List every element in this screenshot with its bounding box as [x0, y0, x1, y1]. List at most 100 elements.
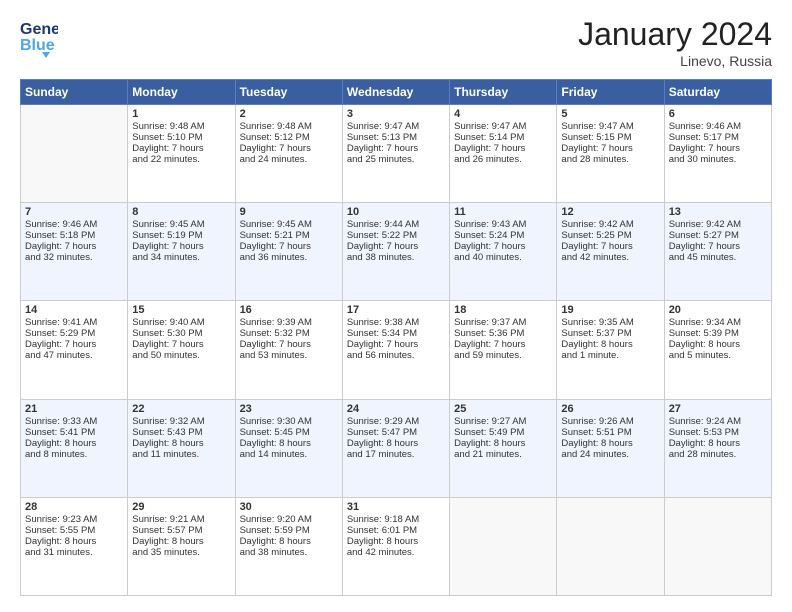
calendar-subtitle: Linevo, Russia: [578, 53, 772, 69]
day-info: Sunrise: 9:42 AM: [561, 219, 659, 230]
day-info: and 1 minute.: [561, 350, 659, 361]
day-info: Daylight: 7 hours: [25, 339, 123, 350]
day-info: and 47 minutes.: [25, 350, 123, 361]
calendar-week-1: 7Sunrise: 9:46 AMSunset: 5:18 PMDaylight…: [21, 203, 772, 301]
day-info: Sunset: 5:18 PM: [25, 230, 123, 241]
day-info: Sunset: 5:34 PM: [347, 328, 445, 339]
day-number: 26: [561, 403, 659, 415]
day-info: Sunrise: 9:45 AM: [240, 219, 338, 230]
day-info: and 24 minutes.: [240, 154, 338, 165]
col-friday: Friday: [557, 80, 664, 105]
day-info: Sunrise: 9:45 AM: [132, 219, 230, 230]
day-info: Daylight: 7 hours: [454, 241, 552, 252]
day-info: Sunrise: 9:43 AM: [454, 219, 552, 230]
day-info: Daylight: 7 hours: [669, 241, 767, 252]
calendar-cell-2-5: 19Sunrise: 9:35 AMSunset: 5:37 PMDayligh…: [557, 301, 664, 399]
calendar-cell-4-1: 29Sunrise: 9:21 AMSunset: 5:57 PMDayligh…: [128, 497, 235, 595]
day-info: Daylight: 8 hours: [240, 536, 338, 547]
day-info: Sunrise: 9:35 AM: [561, 317, 659, 328]
day-info: and 22 minutes.: [132, 154, 230, 165]
col-wednesday: Wednesday: [342, 80, 449, 105]
logo: General Blue: [20, 16, 58, 58]
day-number: 17: [347, 304, 445, 316]
day-info: Sunrise: 9:23 AM: [25, 514, 123, 525]
day-info: Sunrise: 9:18 AM: [347, 514, 445, 525]
day-info: and 59 minutes.: [454, 350, 552, 361]
day-info: Daylight: 7 hours: [240, 339, 338, 350]
day-info: Sunrise: 9:46 AM: [669, 121, 767, 132]
day-number: 1: [132, 108, 230, 120]
day-number: 16: [240, 304, 338, 316]
day-info: Daylight: 7 hours: [132, 339, 230, 350]
day-info: Daylight: 7 hours: [347, 143, 445, 154]
day-info: Sunrise: 9:44 AM: [347, 219, 445, 230]
calendar-week-3: 21Sunrise: 9:33 AMSunset: 5:41 PMDayligh…: [21, 399, 772, 497]
day-info: Sunrise: 9:20 AM: [240, 514, 338, 525]
day-number: 30: [240, 501, 338, 513]
day-info: and 53 minutes.: [240, 350, 338, 361]
day-number: 21: [25, 403, 123, 415]
calendar-cell-1-0: 7Sunrise: 9:46 AMSunset: 5:18 PMDaylight…: [21, 203, 128, 301]
day-info: Sunset: 5:15 PM: [561, 132, 659, 143]
day-info: and 11 minutes.: [132, 449, 230, 460]
day-number: 13: [669, 206, 767, 218]
day-info: Sunrise: 9:48 AM: [132, 121, 230, 132]
day-info: Sunset: 5:21 PM: [240, 230, 338, 241]
day-info: and 34 minutes.: [132, 252, 230, 263]
day-number: 5: [561, 108, 659, 120]
logo-icon: General Blue: [20, 16, 58, 58]
day-info: Sunrise: 9:46 AM: [25, 219, 123, 230]
page: General Blue January 2024 Linevo, Russia…: [0, 0, 792, 612]
calendar-cell-2-4: 18Sunrise: 9:37 AMSunset: 5:36 PMDayligh…: [450, 301, 557, 399]
day-number: 2: [240, 108, 338, 120]
calendar-table: Sunday Monday Tuesday Wednesday Thursday…: [20, 79, 772, 596]
calendar-cell-3-1: 22Sunrise: 9:32 AMSunset: 5:43 PMDayligh…: [128, 399, 235, 497]
day-info: Daylight: 8 hours: [240, 438, 338, 449]
calendar-cell-1-1: 8Sunrise: 9:45 AMSunset: 5:19 PMDaylight…: [128, 203, 235, 301]
day-number: 18: [454, 304, 552, 316]
header-row: Sunday Monday Tuesday Wednesday Thursday…: [21, 80, 772, 105]
calendar-cell-1-6: 13Sunrise: 9:42 AMSunset: 5:27 PMDayligh…: [664, 203, 771, 301]
day-info: Sunset: 5:17 PM: [669, 132, 767, 143]
day-info: Sunset: 5:49 PM: [454, 427, 552, 438]
day-info: Sunset: 5:12 PM: [240, 132, 338, 143]
calendar-cell-4-0: 28Sunrise: 9:23 AMSunset: 5:55 PMDayligh…: [21, 497, 128, 595]
day-info: Sunrise: 9:38 AM: [347, 317, 445, 328]
day-info: and 42 minutes.: [347, 547, 445, 558]
day-number: 4: [454, 108, 552, 120]
day-info: Sunrise: 9:34 AM: [669, 317, 767, 328]
day-info: and 56 minutes.: [347, 350, 445, 361]
day-info: Sunset: 5:25 PM: [561, 230, 659, 241]
day-info: Sunset: 5:22 PM: [347, 230, 445, 241]
day-number: 28: [25, 501, 123, 513]
calendar-cell-0-3: 3Sunrise: 9:47 AMSunset: 5:13 PMDaylight…: [342, 105, 449, 203]
day-info: Daylight: 7 hours: [454, 143, 552, 154]
day-number: 31: [347, 501, 445, 513]
day-info: Sunrise: 9:37 AM: [454, 317, 552, 328]
day-info: Sunrise: 9:48 AM: [240, 121, 338, 132]
day-info: and 45 minutes.: [669, 252, 767, 263]
day-info: and 38 minutes.: [240, 547, 338, 558]
day-info: Sunset: 5:47 PM: [347, 427, 445, 438]
svg-text:Blue: Blue: [20, 37, 55, 54]
calendar-cell-0-5: 5Sunrise: 9:47 AMSunset: 5:15 PMDaylight…: [557, 105, 664, 203]
day-number: 8: [132, 206, 230, 218]
day-info: Sunset: 5:36 PM: [454, 328, 552, 339]
calendar-cell-0-4: 4Sunrise: 9:47 AMSunset: 5:14 PMDaylight…: [450, 105, 557, 203]
day-info: Sunset: 5:59 PM: [240, 525, 338, 536]
day-info: Sunset: 5:13 PM: [347, 132, 445, 143]
day-info: Sunrise: 9:39 AM: [240, 317, 338, 328]
day-number: 25: [454, 403, 552, 415]
calendar-cell-4-3: 31Sunrise: 9:18 AMSunset: 6:01 PMDayligh…: [342, 497, 449, 595]
day-info: Sunset: 5:45 PM: [240, 427, 338, 438]
col-thursday: Thursday: [450, 80, 557, 105]
day-info: Sunrise: 9:24 AM: [669, 416, 767, 427]
day-info: and 30 minutes.: [669, 154, 767, 165]
col-tuesday: Tuesday: [235, 80, 342, 105]
day-number: 29: [132, 501, 230, 513]
calendar-cell-4-2: 30Sunrise: 9:20 AMSunset: 5:59 PMDayligh…: [235, 497, 342, 595]
calendar-week-0: 1Sunrise: 9:48 AMSunset: 5:10 PMDaylight…: [21, 105, 772, 203]
day-info: Sunrise: 9:30 AM: [240, 416, 338, 427]
calendar-cell-1-5: 12Sunrise: 9:42 AMSunset: 5:25 PMDayligh…: [557, 203, 664, 301]
day-info: and 25 minutes.: [347, 154, 445, 165]
